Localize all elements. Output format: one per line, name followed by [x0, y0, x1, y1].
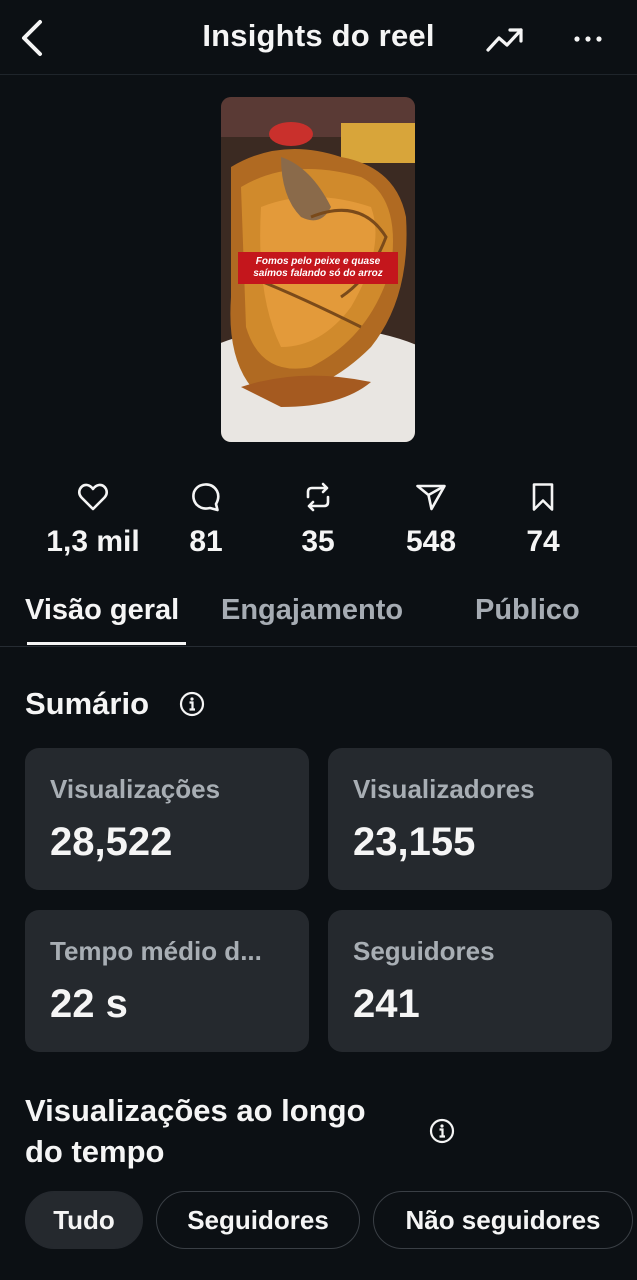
- comments-count: 81: [189, 525, 223, 558]
- filter-non-followers-chip[interactable]: Não seguidores: [373, 1191, 633, 1249]
- info-icon[interactable]: [429, 1118, 455, 1144]
- viewers-value: 23,155: [353, 820, 476, 864]
- viewers-card: Visualizadores 23,155: [328, 748, 612, 890]
- filter-followers-chip[interactable]: Seguidores: [156, 1191, 360, 1249]
- reposts-count: 35: [301, 525, 335, 558]
- views-label: Visualizações: [50, 774, 221, 804]
- views-card: Visualizações 28,522: [25, 748, 309, 890]
- shares-stat: 548: [371, 480, 491, 559]
- info-icon[interactable]: [179, 691, 205, 717]
- views-over-time-title: Visualizações ao longo do tempo: [25, 1090, 366, 1172]
- share-icon: [416, 484, 446, 511]
- reposts-stat: 35: [258, 480, 378, 559]
- more-horizontal-icon[interactable]: [570, 24, 606, 54]
- tab-publico[interactable]: Público: [475, 594, 580, 627]
- filter-all-chip[interactable]: Tudo: [25, 1191, 143, 1249]
- heart-icon: [77, 483, 109, 511]
- bookmark-icon: [532, 483, 554, 511]
- views-value: 28,522: [50, 820, 173, 864]
- reel-thumbnail[interactable]: Fomos pelo peixe e quase saímos falando …: [221, 97, 415, 442]
- likes-count: 1,3 mil: [46, 525, 140, 558]
- comments-stat: 81: [146, 480, 266, 559]
- views-over-time-title-line1: Visualizações ao longo: [25, 1093, 366, 1128]
- saves-count: 74: [526, 525, 560, 558]
- top-bar: Insights do reel: [0, 0, 637, 75]
- avg-watch-time-value: 22 s: [50, 982, 128, 1026]
- page-title: Insights do reel: [202, 18, 435, 53]
- tab-visao-geral[interactable]: Visão geral: [25, 594, 179, 627]
- followers-card: Seguidores 241: [328, 910, 612, 1052]
- insights-tabs: Visão geral Engajamento Público: [0, 590, 637, 647]
- avg-watch-time-card: Tempo médio d... 22 s: [25, 910, 309, 1052]
- followers-label: Seguidores: [353, 936, 495, 966]
- trending-up-icon[interactable]: [484, 22, 526, 56]
- viewers-label: Visualizadores: [353, 774, 535, 804]
- reel-caption: Fomos pelo peixe e quase saímos falando …: [238, 252, 398, 284]
- tab-engajamento[interactable]: Engajamento: [221, 594, 403, 627]
- summary-title: Sumário: [25, 686, 150, 721]
- followers-value: 241: [353, 982, 420, 1026]
- saves-stat: 74: [483, 480, 603, 559]
- comment-icon: [192, 483, 220, 512]
- active-tab-indicator: [27, 642, 186, 645]
- repost-icon: [306, 482, 330, 512]
- views-over-time-title-line2: do tempo: [25, 1134, 165, 1169]
- likes-stat: 1,3 mil: [33, 480, 153, 559]
- shares-count: 548: [405, 525, 457, 558]
- avg-watch-time-label: Tempo médio d...: [50, 936, 262, 966]
